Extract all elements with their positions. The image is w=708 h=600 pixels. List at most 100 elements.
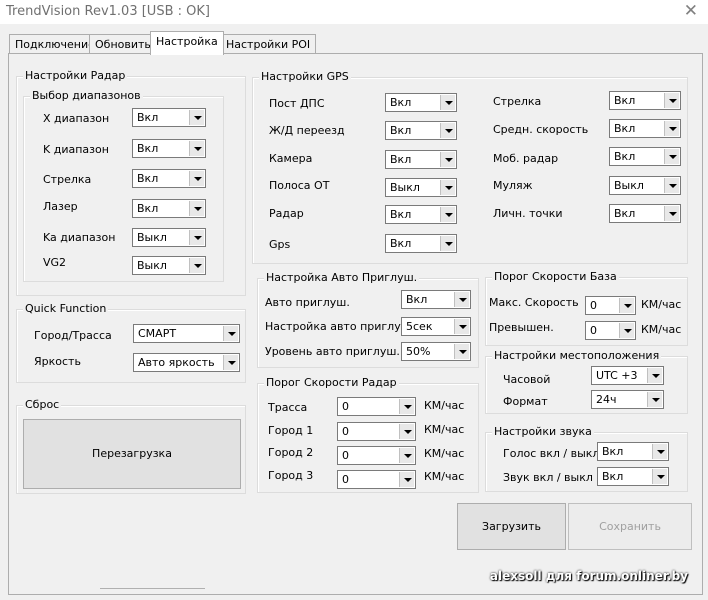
city1-threshold-value: 0 — [342, 425, 349, 438]
chevron-down-icon[interactable] — [454, 344, 469, 359]
k-band-value: Вкл — [137, 142, 159, 155]
highway-threshold-value: 0 — [342, 400, 349, 413]
chevron-down-icon[interactable] — [647, 392, 662, 407]
city1-threshold-unit: КМ/час — [424, 423, 465, 436]
speed-threshold-base-legend: Порог Скорости База — [492, 270, 619, 283]
x-band-select[interactable]: Вкл — [132, 108, 206, 127]
chevron-down-icon[interactable] — [399, 472, 414, 487]
gps-avg-speed-select[interactable]: Вкл — [609, 119, 681, 138]
auto-mute-level-select[interactable]: 50% — [401, 342, 471, 361]
chevron-down-icon[interactable] — [652, 469, 667, 484]
location-settings-legend: Настройки местоположения — [492, 349, 662, 362]
close-icon[interactable]: ✕ — [684, 1, 698, 21]
tab-connection[interactable]: Подключение — [9, 34, 101, 54]
laser-value: Вкл — [137, 202, 159, 215]
arrow-band-select[interactable]: Вкл — [132, 169, 206, 188]
chevron-down-icon[interactable] — [619, 323, 634, 338]
chevron-down-icon[interactable] — [189, 110, 204, 125]
gps-mobile-radar-select[interactable]: Вкл — [609, 147, 681, 166]
save-button[interactable]: Сохранить — [568, 503, 692, 550]
gps-camera-value: Вкл — [390, 153, 412, 166]
title-bar: TrendVision Rev1.03 [USB : OK] ✕ — [0, 0, 708, 24]
voice-toggle-label: Голос вкл / выкл — [503, 447, 600, 460]
auto-mute-delay-value: 5сек — [406, 320, 433, 333]
chevron-down-icon[interactable] — [223, 355, 238, 370]
sound-settings-legend: Настройки звука — [492, 425, 594, 438]
time-format-select[interactable]: 24ч — [591, 390, 664, 409]
chevron-down-icon[interactable] — [399, 424, 414, 439]
reboot-button-label: Перезагрузка — [92, 447, 172, 460]
chevron-down-icon[interactable] — [652, 444, 667, 459]
overspeed-select[interactable]: 0 — [585, 321, 636, 340]
gps-bus-lane-select[interactable]: Выкл — [385, 178, 457, 197]
voice-toggle-select[interactable]: Вкл — [597, 442, 669, 461]
city-highway-select[interactable]: СМАРТ — [133, 324, 240, 343]
gps-radar-select[interactable]: Вкл — [385, 205, 457, 224]
tab-poi-settings[interactable]: Настройки POI — [220, 34, 317, 54]
chevron-down-icon[interactable] — [664, 121, 679, 136]
timezone-value: UTC +3 — [596, 369, 638, 382]
gps-gps-label: Gps — [269, 238, 291, 251]
tab-settings[interactable]: Настройка — [150, 31, 224, 55]
sound-toggle-select[interactable]: Вкл — [597, 467, 669, 486]
chevron-down-icon[interactable] — [647, 368, 662, 383]
gps-bus-lane-label: Полоса ОТ — [269, 179, 330, 192]
brightness-select[interactable]: Авто яркость — [133, 353, 240, 372]
chevron-down-icon[interactable] — [189, 230, 204, 245]
chevron-down-icon[interactable] — [454, 319, 469, 334]
auto-mute-level-label: Уровень авто приглуш. — [265, 345, 400, 358]
k-band-select[interactable]: Вкл — [132, 139, 206, 158]
chevron-down-icon[interactable] — [664, 93, 679, 108]
city2-threshold-select[interactable]: 0 — [337, 446, 416, 465]
chevron-down-icon[interactable] — [454, 292, 469, 307]
gps-gps-select[interactable]: Вкл — [385, 234, 457, 253]
max-speed-select[interactable]: 0 — [585, 296, 636, 315]
arrow-band-value: Вкл — [137, 172, 159, 185]
gps-arrow-select[interactable]: Вкл — [609, 91, 681, 110]
highway-threshold-unit: КМ/час — [424, 399, 465, 412]
laser-select[interactable]: Вкл — [132, 199, 206, 218]
vg2-select[interactable]: Выкл — [132, 256, 206, 275]
timezone-select[interactable]: UTC +3 — [591, 366, 664, 385]
highway-threshold-select[interactable]: 0 — [337, 397, 416, 416]
gps-dummy-select[interactable]: Выкл — [609, 176, 681, 195]
chevron-down-icon[interactable] — [619, 298, 634, 313]
x-band-value: Вкл — [137, 111, 159, 124]
gps-camera-select[interactable]: Вкл — [385, 150, 457, 169]
ka-band-select[interactable]: Выкл — [132, 228, 206, 247]
auto-mute-delay-select[interactable]: 5сек — [401, 317, 471, 336]
chevron-down-icon[interactable] — [664, 149, 679, 164]
chevron-down-icon[interactable] — [189, 171, 204, 186]
time-format-value: 24ч — [596, 393, 617, 406]
chevron-down-icon[interactable] — [440, 236, 455, 251]
gps-personal-points-select[interactable]: Вкл — [609, 204, 681, 223]
chevron-down-icon[interactable] — [440, 123, 455, 138]
chevron-down-icon[interactable] — [189, 141, 204, 156]
chevron-down-icon[interactable] — [189, 258, 204, 273]
gps-railway-select[interactable]: Вкл — [385, 121, 457, 140]
chevron-down-icon[interactable] — [440, 207, 455, 222]
chevron-down-icon[interactable] — [664, 206, 679, 221]
reset-legend: Сброс — [23, 398, 62, 411]
city1-threshold-select[interactable]: 0 — [337, 422, 416, 441]
max-speed-label: Макс. Скорость — [489, 296, 579, 309]
chevron-down-icon[interactable] — [399, 448, 414, 463]
chevron-down-icon[interactable] — [440, 180, 455, 195]
auto-mute-label: Авто приглуш. — [265, 296, 350, 309]
tab-update[interactable]: Обновить — [89, 34, 157, 54]
city2-threshold-unit: КМ/час — [424, 447, 465, 460]
city3-threshold-select[interactable]: 0 — [337, 470, 416, 489]
laser-label: Лазер — [43, 200, 78, 213]
overspeed-value: 0 — [590, 324, 597, 337]
brightness-label: Яркость — [34, 355, 81, 368]
chevron-down-icon[interactable] — [399, 399, 414, 414]
gps-police-post-select[interactable]: Вкл — [385, 93, 457, 112]
chevron-down-icon[interactable] — [223, 326, 238, 341]
reboot-button[interactable]: Перезагрузка — [23, 419, 241, 489]
load-button[interactable]: Загрузить — [457, 503, 566, 550]
chevron-down-icon[interactable] — [189, 201, 204, 216]
auto-mute-select[interactable]: Вкл — [401, 290, 471, 309]
chevron-down-icon[interactable] — [440, 95, 455, 110]
chevron-down-icon[interactable] — [664, 178, 679, 193]
chevron-down-icon[interactable] — [440, 152, 455, 167]
